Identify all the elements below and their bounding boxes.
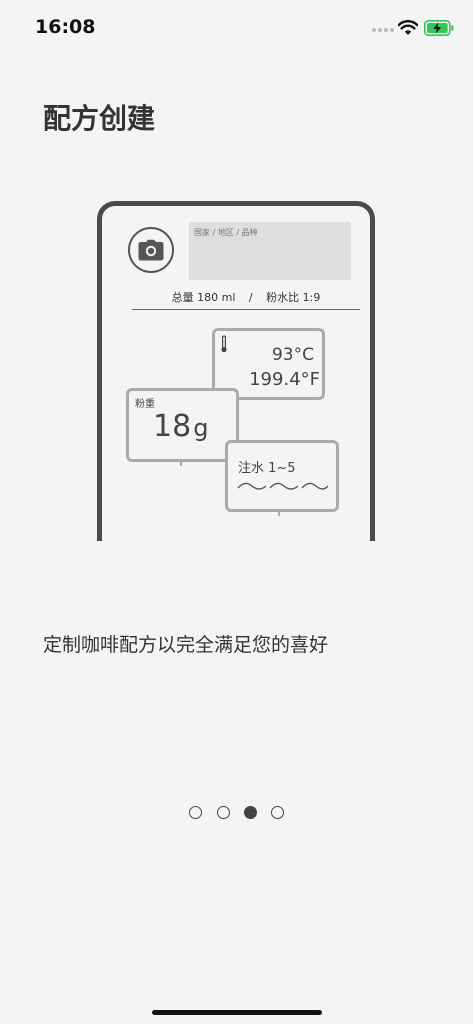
water-label: 注水 1~5: [238, 461, 296, 476]
camera-icon: [138, 239, 164, 261]
origin-field: 国家 / 地区 / 品种: [189, 222, 351, 280]
camera-button: [128, 227, 174, 273]
battery-charging-icon: [424, 20, 454, 36]
wave-icon: [237, 482, 328, 490]
summary-separator: /: [248, 291, 253, 304]
page-indicator[interactable]: [187, 806, 287, 822]
recipe-summary: 总量 180 ml / 粉水比 1:9: [132, 289, 360, 310]
dose-card: 粉重 18g: [126, 388, 239, 462]
card-connector: [180, 460, 182, 466]
dose-value: 18g: [153, 409, 208, 444]
onboarding-description: 定制咖啡配方以完全满足您的喜好: [43, 634, 329, 656]
water-card: 注水 1~5: [225, 440, 339, 512]
total-volume: 总量 180 ml: [171, 291, 236, 304]
temperature-fahrenheit: 199.4°F: [249, 369, 320, 390]
status-bar: 16:08: [0, 0, 473, 56]
thermometer-icon: [221, 335, 227, 353]
page-dot-1[interactable]: [189, 806, 202, 819]
brew-ratio: 粉水比 1:9: [266, 291, 321, 304]
page-title: 配方创建: [43, 102, 156, 135]
dose-label: 粉重: [135, 399, 155, 410]
phone-illustration: 国家 / 地区 / 品种 总量 180 ml / 粉水比 1:9 93°C 19…: [97, 201, 375, 541]
page-dot-2[interactable]: [217, 806, 230, 819]
temperature-celsius: 93°C: [271, 345, 314, 365]
page-dot-4[interactable]: [271, 806, 284, 819]
card-connector: [278, 510, 280, 516]
wifi-icon: [398, 20, 418, 35]
dose-number: 18: [153, 409, 192, 444]
status-time: 16:08: [35, 16, 96, 38]
home-indicator[interactable]: [152, 1010, 322, 1015]
page-dot-3-active[interactable]: [244, 806, 257, 819]
signal-bars-icon: [372, 28, 394, 34]
dose-unit: g: [193, 414, 209, 442]
